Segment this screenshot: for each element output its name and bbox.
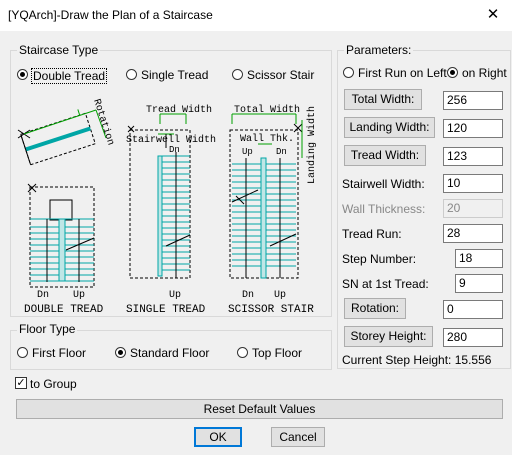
double-tread-rotated-plan	[20, 109, 96, 166]
rotation-field[interactable]: 0	[443, 300, 503, 319]
to-group-label[interactable]: to Group	[30, 377, 77, 391]
rotation-button[interactable]: Rotation:	[344, 298, 406, 319]
top-floor-label[interactable]: Top Floor	[252, 346, 302, 360]
scissor-up-top-label: Up	[242, 147, 253, 157]
double-dn-label: Dn	[37, 290, 49, 301]
single-up-label: Up	[169, 290, 181, 301]
first-floor-label[interactable]: First Floor	[32, 346, 86, 360]
total-width-field[interactable]: 256	[443, 91, 503, 110]
single-dn-label: Dn	[169, 145, 180, 155]
landing-width-label: Landing Width	[306, 106, 318, 184]
scissor-stair-caption: SCISSOR STAIR	[228, 304, 314, 316]
stairwell-width-label: Stairwell Width:	[342, 177, 425, 191]
stairwell-width-field[interactable]: 10	[443, 174, 503, 193]
scissor-dn-top-label: Dn	[276, 147, 287, 157]
storey-height-button[interactable]: Storey Height:	[344, 326, 433, 347]
parameters-label: Parameters:	[344, 43, 414, 57]
cancel-button[interactable]: Cancel	[271, 427, 325, 447]
single-tread-caption: SINGLE TREAD	[126, 304, 206, 316]
storey-height-field[interactable]: 280	[443, 328, 503, 347]
radio-first-run-right[interactable]	[447, 67, 458, 78]
floor-type-label: Floor Type	[17, 322, 78, 336]
wall-thickness-label: Wall Thickness:	[342, 202, 426, 216]
radio-first-floor[interactable]	[17, 347, 28, 358]
radio-double-tread[interactable]	[17, 69, 28, 80]
close-icon[interactable]: ✕	[478, 2, 508, 28]
double-up-label: Up	[73, 290, 85, 301]
landing-width-field[interactable]: 120	[443, 119, 503, 138]
radio-top-floor[interactable]	[237, 347, 248, 358]
window-title: [YQArch]-Draw the Plan of a Staircase	[8, 8, 213, 22]
double-tread-caption: DOUBLE TREAD	[24, 304, 104, 316]
landing-width-button[interactable]: Landing Width:	[344, 117, 435, 138]
first-run-right-label[interactable]: on Right	[462, 66, 507, 80]
reset-default-values-button[interactable]: Reset Default Values	[16, 399, 503, 419]
sn-first-tread-field[interactable]: 9	[455, 274, 503, 293]
radio-first-run-left[interactable]	[343, 67, 354, 78]
single-tread-label[interactable]: Single Tread	[141, 68, 208, 82]
scissor-up-label: Up	[274, 290, 286, 301]
ok-button[interactable]: OK	[194, 427, 242, 447]
standard-floor-label[interactable]: Standard Floor	[130, 346, 209, 360]
double-tread-label[interactable]: Double Tread	[31, 68, 108, 84]
step-number-field[interactable]: 18	[455, 249, 503, 268]
current-step-height: Current Step Height: 15.556	[342, 353, 492, 367]
to-group-checkbox[interactable]: ✓	[15, 377, 27, 389]
wall-thk-label: Wall Thk.	[240, 133, 294, 145]
tread-width-field[interactable]: 123	[443, 147, 503, 166]
tread-run-label: Tread Run:	[342, 227, 402, 241]
tread-run-field[interactable]: 28	[443, 224, 503, 243]
staircase-diagrams: Rotation Dn Up DOUBLE TREAD Tread Width …	[17, 98, 318, 316]
title-bar: [YQArch]-Draw the Plan of a Staircase ✕	[0, 0, 512, 31]
tread-width-button[interactable]: Tread Width:	[344, 145, 426, 166]
sn-first-tread-label: SN at 1st Tread:	[342, 277, 429, 291]
radio-standard-floor[interactable]	[115, 347, 126, 358]
scissor-stair-label[interactable]: Scissor Stair	[247, 68, 314, 82]
radio-scissor-stair[interactable]	[232, 69, 243, 80]
radio-single-tread[interactable]	[126, 69, 137, 80]
step-number-label: Step Number:	[342, 252, 417, 266]
staircase-type-label: Staircase Type	[17, 43, 101, 57]
wall-thickness-field: 20	[443, 199, 503, 218]
scissor-dn-label: Dn	[242, 290, 254, 301]
total-width-button[interactable]: Total Width:	[344, 89, 422, 110]
first-run-left-label[interactable]: First Run on Left	[358, 66, 447, 80]
